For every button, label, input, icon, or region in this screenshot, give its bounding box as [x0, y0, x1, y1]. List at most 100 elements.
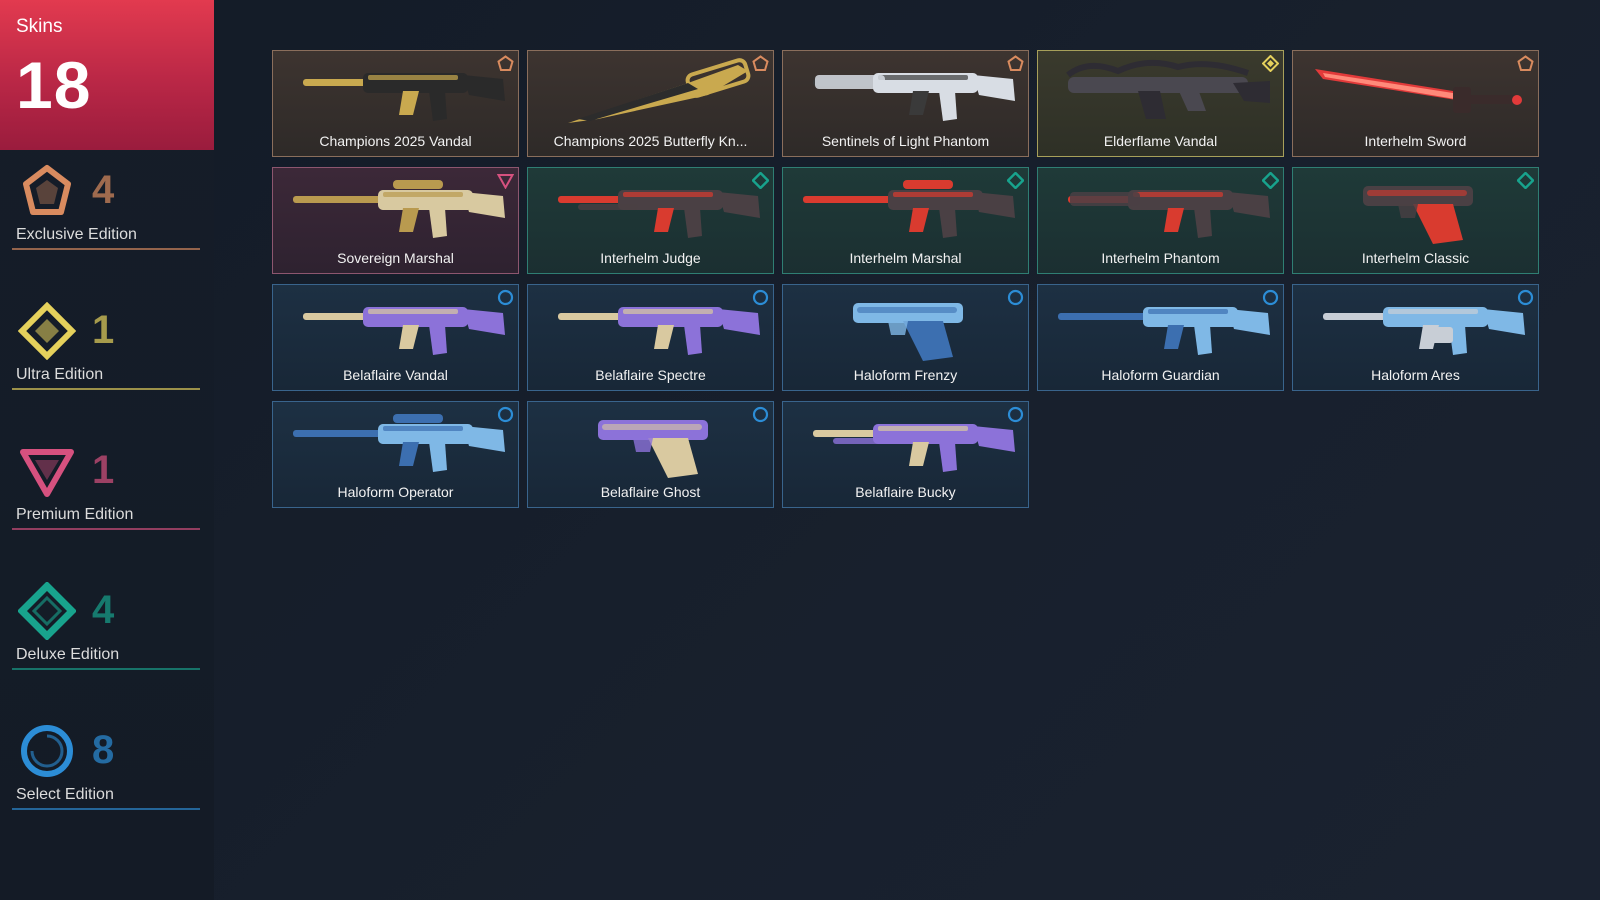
tier-badge-deluxe-icon	[751, 171, 770, 190]
tier-badge-ultra-icon	[1261, 54, 1280, 73]
skin-name: Interhelm Classic	[1361, 250, 1470, 266]
weapon-dragon-icon	[1048, 53, 1273, 131]
skin-name: Interhelm Sword	[1364, 133, 1467, 149]
tier-badge-select-icon	[497, 406, 514, 423]
tier-filter-premium[interactable]: 1 Premium Edition	[12, 442, 200, 530]
tier-underline	[12, 388, 200, 390]
weapon-knife-icon	[538, 53, 763, 131]
weapon-sniper-icon	[283, 404, 508, 482]
weapon-phantom-icon	[793, 53, 1018, 131]
skin-name: Sovereign Marshal	[337, 250, 454, 266]
weapon-shotgun-icon	[538, 170, 763, 248]
skin-card[interactable]: Belaflaire Ghost	[527, 401, 774, 508]
skin-name: Champions 2025 Butterfly Kn...	[553, 133, 748, 149]
tier-badge-premium-icon	[496, 172, 515, 190]
tier-count: 1	[92, 308, 115, 352]
skin-card[interactable]: Sovereign Marshal	[272, 167, 519, 274]
weapon-shotgun-icon	[793, 404, 1018, 482]
tier-badge-select-icon	[1517, 289, 1534, 306]
weapon-rifle-long-icon	[1048, 287, 1273, 365]
skin-name: Interhelm Phantom	[1101, 250, 1220, 266]
skin-name: Elderflame Vandal	[1103, 133, 1218, 149]
exclusive-pentagon-icon	[18, 162, 76, 220]
weapon-pistol-icon	[538, 404, 763, 482]
skin-card[interactable]: Interhelm Phantom	[1037, 167, 1284, 274]
skin-card[interactable]: Champions 2025 Vandal	[272, 50, 519, 157]
skin-name: Champions 2025 Vandal	[319, 133, 472, 149]
skin-card[interactable]: Haloform Frenzy	[782, 284, 1029, 391]
tier-filter-ultra[interactable]: 1 Ultra Edition	[12, 301, 200, 390]
tier-badge-exclusive-icon	[1517, 55, 1534, 72]
weapon-sniper-icon	[793, 170, 1018, 248]
skin-name: Haloform Guardian	[1101, 367, 1220, 383]
skin-card[interactable]: Champions 2025 Butterfly Kn...	[527, 50, 774, 157]
weapon-lmg-icon	[1303, 287, 1528, 365]
skin-card[interactable]: Belaflaire Bucky	[782, 401, 1029, 508]
tier-badge-select-icon	[1262, 289, 1279, 306]
skin-name: Belaflaire Spectre	[595, 367, 706, 383]
tier-badge-deluxe-icon	[1516, 171, 1535, 190]
skin-name: Interhelm Judge	[600, 250, 701, 266]
skin-name: Interhelm Marshal	[849, 250, 962, 266]
tier-sidebar: Skins 18 4 Exclusive Edition 1 Ultra Editi…	[0, 0, 214, 900]
weapon-sniper-icon	[283, 170, 508, 248]
skin-name: Sentinels of Light Phantom	[821, 133, 990, 149]
skin-card[interactable]: Elderflame Vandal	[1037, 50, 1284, 157]
total-skins-card[interactable]: Skins 18	[0, 0, 214, 150]
deluxe-diamond-icon	[17, 581, 77, 641]
skin-card[interactable]: Interhelm Sword	[1292, 50, 1539, 157]
total-skins-label: Skins	[16, 16, 63, 37]
skin-card[interactable]: Haloform Ares	[1292, 284, 1539, 391]
weapon-pistol-icon	[1303, 170, 1528, 248]
weapon-pistol-icon	[793, 287, 1018, 365]
skin-card[interactable]: Haloform Guardian	[1037, 284, 1284, 391]
select-ring-icon	[18, 722, 76, 780]
weapon-rifle-icon	[283, 53, 508, 131]
tier-name: Ultra Edition	[16, 366, 104, 383]
skin-card[interactable]: Interhelm Judge	[527, 167, 774, 274]
tier-underline	[12, 808, 200, 810]
tier-count: 4	[92, 168, 115, 212]
tier-underline	[12, 668, 200, 670]
ultra-diamond-icon	[17, 301, 77, 361]
total-skins-count: 18	[16, 48, 92, 122]
skin-card[interactable]: Interhelm Marshal	[782, 167, 1029, 274]
tier-count: 8	[92, 728, 115, 772]
skin-name: Haloform Frenzy	[853, 367, 958, 383]
weapon-smg-icon	[538, 287, 763, 365]
tier-count: 1	[92, 448, 115, 492]
skin-card[interactable]: Belaflaire Vandal	[272, 284, 519, 391]
tier-name: Exclusive Edition	[16, 226, 137, 243]
tier-name: Deluxe Edition	[16, 646, 120, 663]
skin-card[interactable]: Interhelm Classic	[1292, 167, 1539, 274]
skin-name: Haloform Ares	[1371, 367, 1460, 383]
weapon-sword-icon	[1303, 53, 1528, 131]
tier-filter-deluxe[interactable]: 4 Deluxe Edition	[12, 581, 200, 670]
tier-badge-select-icon	[752, 289, 769, 306]
tier-badge-select-icon	[497, 289, 514, 306]
skin-name: Belaflaire Vandal	[343, 367, 448, 383]
tier-underline	[12, 248, 200, 250]
tier-badge-deluxe-icon	[1261, 171, 1280, 190]
skin-card[interactable]: Belaflaire Spectre	[527, 284, 774, 391]
tier-filter-exclusive[interactable]: 4 Exclusive Edition	[12, 162, 200, 250]
tier-name: Premium Edition	[16, 506, 134, 523]
tier-underline	[12, 528, 200, 530]
skin-name: Belaflaire Bucky	[855, 484, 956, 500]
skin-card[interactable]: Sentinels of Light Phantom	[782, 50, 1029, 157]
skin-card[interactable]: Haloform Operator	[272, 401, 519, 508]
skin-name: Haloform Operator	[337, 484, 454, 500]
weapon-rifle-icon	[283, 287, 508, 365]
premium-triangle-icon	[18, 442, 76, 500]
tier-badge-exclusive-icon	[1007, 55, 1024, 72]
tier-badge-exclusive-icon	[497, 55, 514, 72]
tier-badge-deluxe-icon	[1006, 171, 1025, 190]
weapon-phantom-icon	[1048, 170, 1273, 248]
skin-grid: Champions 2025 Vandal Champions 2025 But…	[272, 50, 1542, 510]
tier-badge-exclusive-icon	[752, 55, 769, 72]
tier-badge-select-icon	[1007, 289, 1024, 306]
skin-name: Belaflaire Ghost	[600, 484, 701, 500]
tier-name: Select Edition	[16, 786, 114, 803]
tier-filter-select[interactable]: 8 Select Edition	[12, 722, 200, 810]
tier-count: 4	[92, 588, 115, 632]
